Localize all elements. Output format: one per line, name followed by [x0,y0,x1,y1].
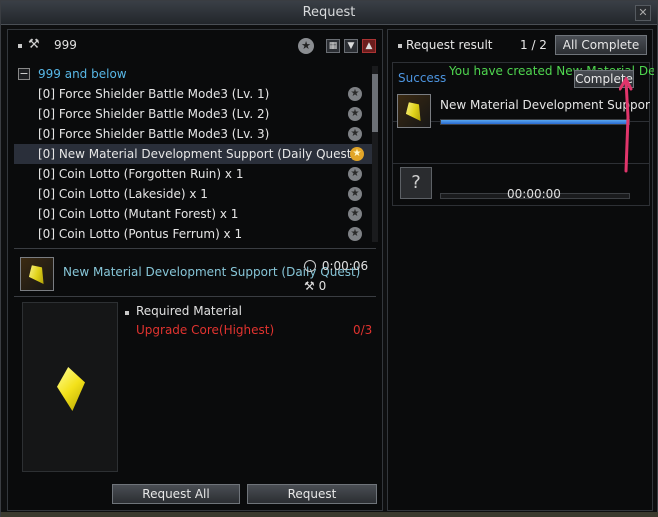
material-name: Upgrade Core(Highest) [136,323,275,337]
star-icon[interactable]: ★ [348,107,362,121]
list-item-label: [0] Force Shielder Battle Mode3 (Lv. 1) [38,87,270,101]
detail-time: 0:00:06 [321,259,369,273]
star-icon[interactable]: ★ [348,127,362,141]
list-item[interactable]: [0] Coin Lotto (Pontus Ferrum) x 1 ★ [14,224,374,244]
list-header: ⚒ 999 ★ ▦ ▼ ▲ [8,30,382,60]
gem-icon [25,262,49,289]
slot-time: 00:00:00 [507,187,561,201]
result-title: Request result [406,38,493,52]
star-icon[interactable]: ★ [350,147,364,161]
gem-icon [402,99,426,126]
star-icon[interactable]: ★ [348,187,362,201]
list-item-label: [0] Coin Lotto (Forgotten Ruin) x 1 [38,167,244,181]
group-header[interactable]: − 999 and below [14,64,374,84]
list-item-label: [0] New Material Development Support (Da… [38,147,357,161]
request-result-panel: Request result 1 / 2 All Complete Succes… [387,29,654,511]
favorite-filter-icon[interactable]: ★ [298,38,314,54]
status-success: Success [398,71,447,85]
gem-icon [57,367,85,411]
item-preview [22,302,118,472]
detail-cost-value: 0 [318,279,327,293]
list-item[interactable]: [0] Force Shielder Battle Mode3 (Lv. 3) … [14,124,374,144]
close-button[interactable]: ✕ [635,5,651,21]
collapse-icon[interactable]: − [18,68,30,80]
header-count: 999 [54,38,77,52]
detail-timer: 0:00:06 [304,259,368,273]
list-item-label: [0] Coin Lotto (Lakeside) x 1 [38,187,208,201]
all-complete-button[interactable]: All Complete [555,35,647,55]
list-item-label: [0] Force Shielder Battle Mode3 (Lv. 3) [38,127,270,141]
reset-button[interactable]: ▲ [362,39,376,53]
request-window: Request ✕ ⚒ 999 ★ ▦ ▼ ▲ − 999 and below … [0,0,658,517]
request-list: − 999 and below [0] Force Shielder Battl… [14,64,374,244]
hammer-icon: ⚒ [28,37,40,52]
list-item-label: [0] Coin Lotto (Pontus Ferrum) x 1 [38,227,243,241]
list-item-selected[interactable]: [0] New Material Development Support (Da… [14,144,374,164]
progress-bar [440,119,630,125]
list-item[interactable]: [0] Coin Lotto (Forgotten Ruin) x 1 ★ [14,164,374,184]
star-icon[interactable]: ★ [348,207,362,221]
filter-button[interactable]: ▼ [344,39,358,53]
bullet-icon [398,44,402,48]
scroll-thumb[interactable] [372,74,378,132]
bullet-icon [18,44,22,48]
star-icon[interactable]: ★ [348,227,362,241]
request-list-panel: ⚒ 999 ★ ▦ ▼ ▲ − 999 and below [0] Force … [7,29,383,511]
hammer-icon: ⚒ [304,279,315,293]
progress-fill [441,120,629,124]
star-icon[interactable]: ★ [348,167,362,181]
divider [393,163,649,164]
list-scrollbar[interactable] [372,66,378,242]
list-item[interactable]: [0] Coin Lotto (Mutant Forest) x 1 ★ [14,204,374,224]
annotation-arrow-icon [619,77,633,173]
window-title: Request [302,5,356,20]
item-icon [397,94,431,128]
star-icon[interactable]: ★ [348,87,362,101]
list-item[interactable]: [0] Force Shielder Battle Mode3 (Lv. 1) … [14,84,374,104]
unknown-item-icon: ? [400,167,432,199]
list-item[interactable]: [0] Coin Lotto (Lakeside) x 1 ★ [14,184,374,204]
clock-icon [304,260,316,272]
title-bar: Request ✕ [1,1,657,25]
request-button[interactable]: Request [247,484,377,504]
bottom-strip [1,512,658,517]
required-material-label: Required Material [136,304,242,318]
list-item-label: [0] Coin Lotto (Mutant Forest) x 1 [38,207,239,221]
detail-cost: ⚒ 0 [304,279,326,293]
group-label: 999 and below [38,67,127,81]
bullet-icon [125,311,129,315]
page-indicator: 1 / 2 [520,38,547,52]
item-icon [20,257,54,291]
list-item-label: [0] Force Shielder Battle Mode3 (Lv. 2) [38,107,270,121]
divider [14,248,376,249]
material-count: 0/3 [353,323,373,337]
sort-button[interactable]: ▦ [326,39,340,53]
request-all-button[interactable]: Request All [112,484,240,504]
list-item[interactable]: [0] Force Shielder Battle Mode3 (Lv. 2) … [14,104,374,124]
divider [14,296,376,297]
